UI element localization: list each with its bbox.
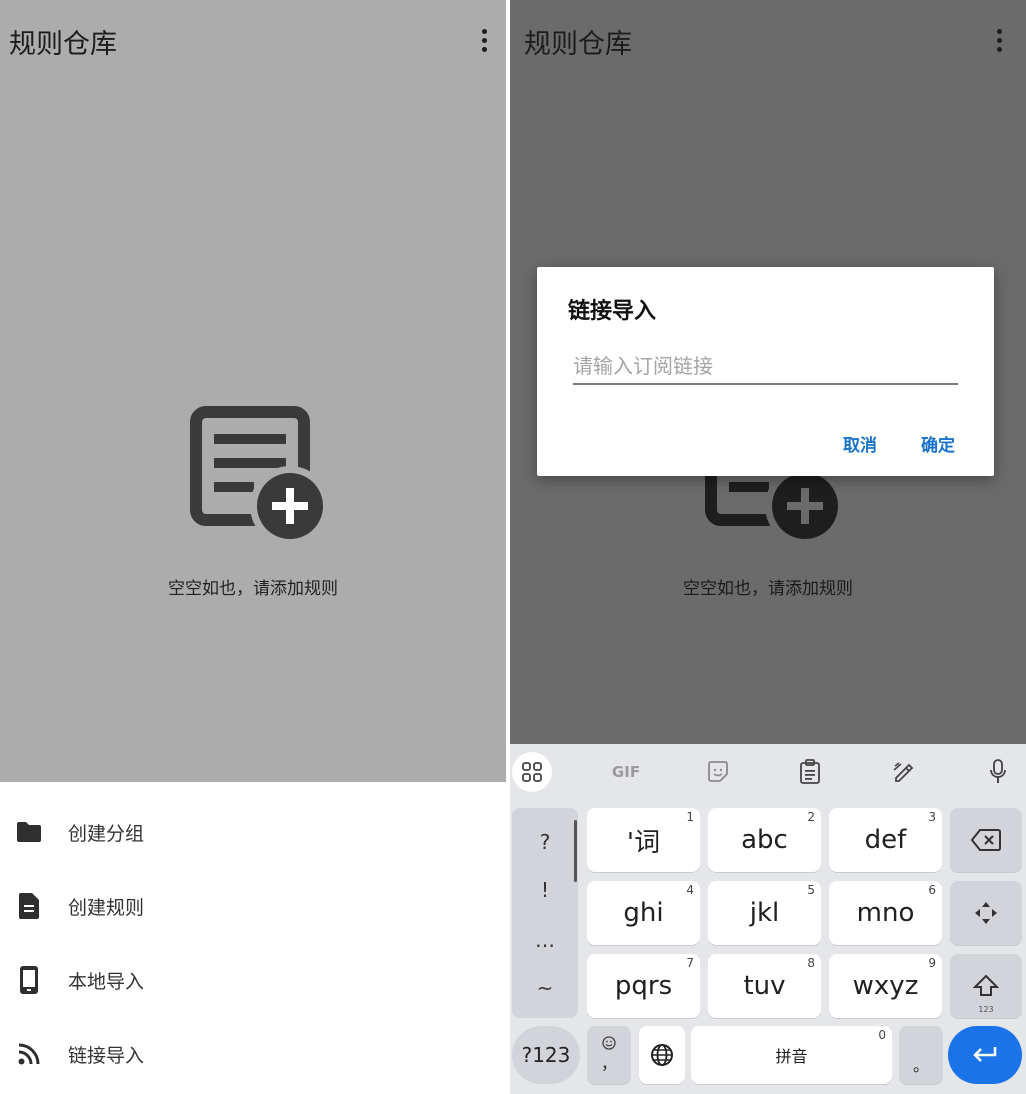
cursor-move-key[interactable] [950, 881, 1022, 945]
shift-sublabel: 123 [978, 1005, 994, 1014]
key-number: 5 [807, 883, 815, 897]
key-label: ghi [623, 898, 664, 928]
bottom-sheet: 创建分组 创建规则 本地导入 链接导入 [0, 782, 506, 1094]
key-4[interactable]: ghi 4 [587, 881, 700, 945]
symbol-key-ellipsis[interactable]: … [512, 928, 578, 952]
apps-grid-icon[interactable] [512, 752, 552, 792]
empty-state-text: 空空如也，请添加规则 [683, 579, 853, 599]
sheet-item-link-import[interactable]: 链接导入 [0, 1024, 506, 1084]
key-2[interactable]: abc 2 [708, 808, 821, 872]
cursor-move-icon [975, 902, 997, 924]
symbol-scrollbar[interactable] [574, 820, 577, 882]
left-screen: 规则仓库 空空如也，请添加规则 创建分组 创建规则 本地导入 链接导入 [0, 0, 506, 1094]
key-label: jkl [749, 898, 780, 928]
sticker-icon[interactable] [698, 752, 738, 792]
gif-button[interactable]: GIF [606, 752, 646, 792]
emoji-icon [602, 1036, 616, 1050]
comma-label: ， [600, 1054, 617, 1073]
key-8[interactable]: tuv 8 [708, 954, 821, 1018]
ime-keyboard: GIF ? ! … ~ '词 1 abc 2 def 3 ghi 4 jkl 5 m [510, 744, 1026, 1094]
shift-key[interactable]: 123 [950, 954, 1022, 1018]
dialog-title: 链接导入 [568, 299, 657, 324]
symbol-key-tilde[interactable]: ~ [512, 976, 578, 1000]
document-icon [16, 893, 42, 919]
sheet-item-label: 链接导入 [68, 1044, 145, 1067]
key-number: 9 [928, 956, 936, 970]
sheet-item-label: 创建规则 [68, 896, 145, 919]
sheet-item-create-group[interactable]: 创建分组 [0, 802, 506, 862]
key-number: 4 [686, 883, 694, 897]
space-label: 拼音 [775, 1047, 808, 1066]
key-9[interactable]: wxyz 9 [829, 954, 942, 1018]
shift-icon [973, 974, 999, 996]
symbols-123-key[interactable]: ?123 [512, 1026, 580, 1084]
phone-icon [16, 966, 42, 994]
key-number: 0 [878, 1028, 886, 1042]
key-3[interactable]: def 3 [829, 808, 942, 872]
sheet-item-label: 创建分组 [68, 822, 145, 845]
space-key[interactable]: 拼音 0 [691, 1026, 892, 1084]
emoji-comma-key[interactable]: ， [587, 1026, 631, 1084]
right-screen: 规则仓库 空空如也，请添加规则 链接导入 请输入订阅链接 取消 确定 GIF ?… [510, 0, 1026, 1094]
key-label: def [864, 825, 907, 855]
subscription-url-input[interactable]: 请输入订阅链接 [573, 351, 958, 385]
key-6[interactable]: mno 6 [829, 881, 942, 945]
language-key[interactable] [639, 1026, 685, 1084]
period-key[interactable]: 。 [899, 1026, 943, 1084]
symbol-key-question[interactable]: ? [512, 830, 578, 854]
key-number: 8 [807, 956, 815, 970]
page-title: 规则仓库 [9, 29, 117, 60]
page-title: 规则仓库 [524, 29, 632, 60]
backspace-icon [971, 829, 1001, 851]
enter-icon [973, 1047, 997, 1062]
key-number: 3 [928, 810, 936, 824]
symbol-column: ? ! … ~ [512, 808, 578, 1018]
key-number: 1 [686, 810, 694, 824]
key-5[interactable]: jkl 5 [708, 881, 821, 945]
key-number: 7 [686, 956, 694, 970]
empty-state-text: 空空如也，请添加规则 [168, 579, 338, 599]
key-1[interactable]: '词 1 [587, 808, 700, 872]
key-label: pqrs [614, 971, 673, 1001]
key-label: wxyz [852, 971, 919, 1001]
key-label: '词 [626, 827, 661, 858]
key-label: abc [741, 825, 788, 855]
key-label: mno [856, 898, 915, 928]
confirm-button[interactable]: 确定 [921, 431, 955, 456]
cancel-button[interactable]: 取消 [843, 431, 877, 456]
symbol-key-exclaim[interactable]: ! [512, 878, 578, 902]
key-number: 2 [807, 810, 815, 824]
rss-icon [16, 1041, 42, 1067]
link-import-dialog: 链接导入 请输入订阅链接 取消 确定 [537, 267, 994, 476]
more-options-icon[interactable] [987, 24, 1011, 56]
key-label: tuv [743, 971, 786, 1001]
clipboard-icon[interactable] [790, 752, 830, 792]
key-number: 6 [928, 883, 936, 897]
sheet-item-create-rule[interactable]: 创建规则 [0, 876, 506, 936]
globe-icon [651, 1044, 673, 1066]
backspace-key[interactable] [950, 808, 1022, 872]
handwriting-icon[interactable] [884, 752, 924, 792]
more-options-icon[interactable] [472, 24, 496, 56]
add-rule-illustration-icon [190, 406, 326, 542]
sheet-item-label: 本地导入 [68, 970, 145, 993]
mic-icon[interactable] [978, 752, 1018, 792]
key-7[interactable]: pqrs 7 [587, 954, 700, 1018]
folder-icon [16, 819, 42, 845]
enter-key[interactable] [948, 1026, 1022, 1084]
sheet-item-local-import[interactable]: 本地导入 [0, 950, 506, 1010]
